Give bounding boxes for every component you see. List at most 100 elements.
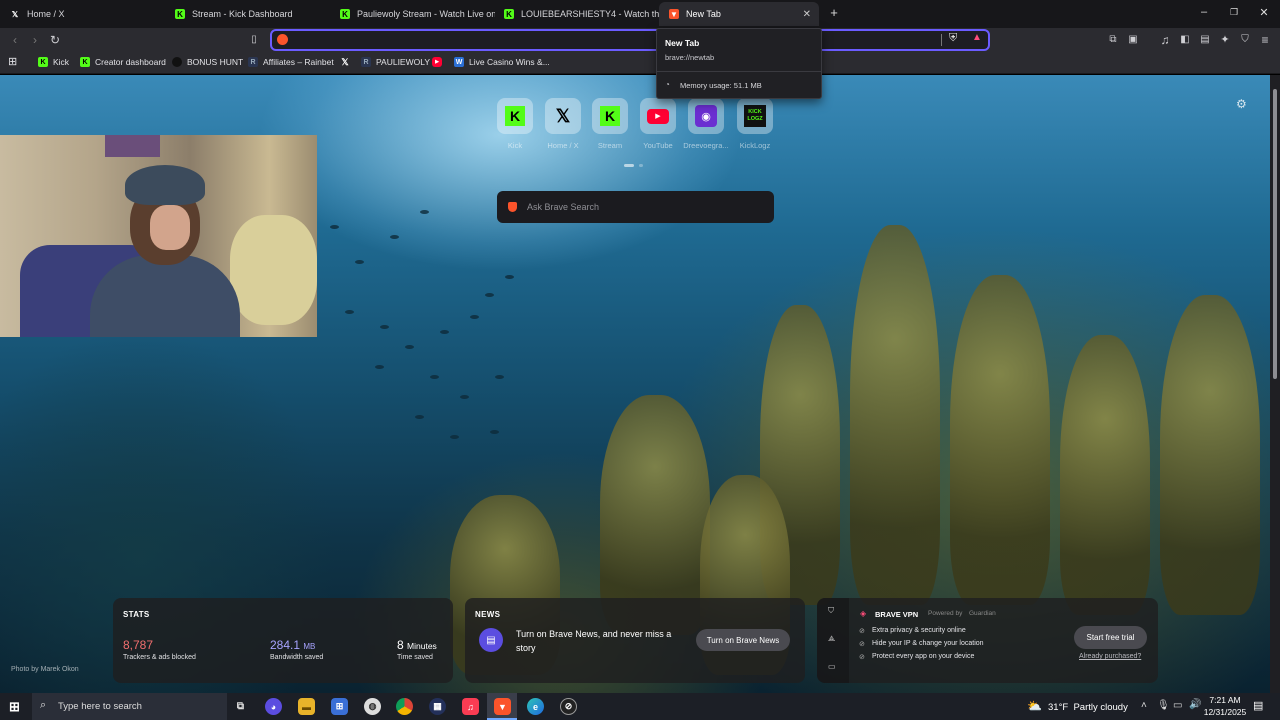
kick-logo-icon: K [80, 57, 90, 67]
background-detail [375, 365, 384, 369]
tab-louiebear[interactable]: K LOUIEBEARSHIESTY4 - Watch the VO [494, 2, 659, 26]
tab-new-tab[interactable]: ▼ New Tab ✕ [659, 2, 819, 26]
bookmark-label: BONUS HUNT [187, 57, 244, 67]
music-icon[interactable]: ♫ [1158, 33, 1172, 47]
brave-icon[interactable]: ▼ [494, 698, 511, 715]
chrome-icon[interactable] [396, 698, 413, 715]
forward-icon[interactable]: › [28, 33, 42, 47]
tab-title: Stream - Kick Dashboard [192, 9, 293, 19]
back-icon[interactable]: ‹ [8, 33, 22, 47]
bookmark-kick[interactable]: K Kick [38, 57, 69, 67]
top-site-home-x[interactable]: 𝕏 Home / X [545, 98, 581, 150]
microphone-icon[interactable]: 🎙 [1157, 700, 1170, 711]
windows-start-icon[interactable]: ⊞ [6, 698, 23, 715]
x-logo-icon: 𝕏 [11, 9, 19, 19]
reload-icon[interactable]: ↻ [48, 33, 62, 47]
background-detail [505, 275, 514, 279]
stats-switch-icon[interactable]: ▭ [828, 662, 836, 671]
background-detail [415, 415, 424, 419]
settings-gear-icon[interactable]: ⚙ [1236, 97, 1247, 111]
wallet-card-icon[interactable]: ▤ [1198, 33, 1212, 47]
bookmark-bonus-hunt[interactable]: BONUS HUNT [172, 57, 243, 67]
restore-button[interactable]: ❐ [1226, 7, 1242, 18]
network-icon[interactable]: ▭ [1173, 700, 1182, 711]
top-site-kick[interactable]: K Kick [497, 98, 533, 150]
extensions-icon[interactable]: ⧉ [1106, 33, 1120, 47]
brave-search-box[interactable]: Ask Brave Search [497, 191, 774, 223]
background-detail [950, 275, 1050, 605]
tab-pauliewoly[interactable]: K Pauliewoly Stream - Watch Live on Ki [330, 2, 495, 26]
background-detail [1160, 295, 1260, 615]
news-switch-icon[interactable]: ⟁ [828, 634, 835, 644]
person-shirt [90, 255, 240, 337]
bookmark-pauliewoly[interactable]: R PAULIEWOLY [361, 57, 430, 67]
brave-shields-icon[interactable]: ⛨ [949, 32, 957, 45]
top-site-stream[interactable]: K Stream [592, 98, 628, 150]
vpn-shield-icon[interactable]: ⛉ [828, 606, 834, 616]
bookmark-x[interactable]: 𝕏 [340, 57, 355, 67]
tab-home-x[interactable]: 𝕏 Home / X [0, 2, 165, 26]
top-site-tile: ▶ [640, 98, 676, 134]
tab-title: New Tab [686, 9, 721, 19]
bookmark-label: Creator dashboard [95, 57, 166, 67]
obs-icon[interactable]: ◍ [364, 698, 381, 715]
app-icon[interactable]: ⊘ [560, 698, 577, 715]
bookmark-creator-dashboard[interactable]: K Creator dashboard [80, 57, 166, 67]
bandwidth-saved-value: 284.1 MB [270, 638, 315, 652]
microsoft-store-icon[interactable]: ⊞ [331, 698, 348, 715]
bookmark-youtube[interactable]: ▶ [432, 57, 447, 67]
bookmark-affiliates-rainbet[interactable]: R Affiliates – Rainbet [248, 57, 334, 67]
scrollbar-thumb[interactable] [1273, 89, 1277, 379]
volume-icon[interactable]: 🔊 [1189, 699, 1201, 710]
tab-kick-dashboard[interactable]: K Stream - Kick Dashboard [165, 2, 330, 26]
edge-icon[interactable]: e [527, 698, 544, 715]
address-bar[interactable]: ⛨ ▲ [270, 29, 990, 51]
apple-music-icon[interactable]: ♫ [462, 698, 479, 715]
top-site-kicklogz[interactable]: KICK LOGZ KickLogz [737, 98, 773, 150]
start-free-trial-button[interactable]: Start free trial [1074, 626, 1147, 649]
page-scrollbar[interactable] [1270, 75, 1280, 693]
stats-widget: STATS 8,787 Trackers & ads blocked 284.1… [113, 598, 453, 683]
chevron-up-icon[interactable]: ˄ [1141, 700, 1147, 711]
vpn-shield-icon[interactable]: ⛉ [1238, 33, 1252, 47]
window-close-button[interactable]: ✕ [1256, 6, 1272, 19]
top-sites-page-dot[interactable] [639, 164, 643, 167]
top-site-dreevoegra[interactable]: ◉ Dreevoegra... [683, 98, 729, 150]
bookmark-label: Affiliates – Rainbet [263, 57, 334, 67]
brave-rewards-icon[interactable]: ▲ [972, 32, 982, 43]
app-icon[interactable]: ▦ [429, 698, 446, 715]
bookmark-label: Live Casino Wins &... [469, 57, 550, 67]
weather-text[interactable]: 31°F Partly cloudy [1048, 702, 1128, 713]
leo-ai-icon[interactable]: ✦ [1218, 33, 1232, 47]
top-sites-page-dot-active[interactable] [624, 164, 634, 167]
vpn-feature: Hide your IP & change your location [872, 640, 984, 647]
file-explorer-icon[interactable]: ▬ [298, 698, 315, 715]
new-tab-button[interactable]: + [826, 5, 842, 20]
task-view-icon[interactable]: ⧉ [232, 698, 249, 715]
sidebar-icon[interactable]: ◧ [1178, 33, 1192, 47]
wallet-icon[interactable]: ▣ [1126, 33, 1140, 47]
already-purchased-link[interactable]: Already purchased? [1079, 653, 1141, 660]
taskbar-search[interactable]: ⌕ Type here to search [32, 693, 227, 720]
top-site-tile: K [592, 98, 628, 134]
divider [657, 71, 821, 72]
discord-icon[interactable]: ◕ [265, 698, 282, 715]
rainbet-icon: R [361, 57, 371, 67]
menu-icon[interactable]: ≡ [1258, 33, 1272, 47]
clock-time[interactable]: 7:21 AM [1204, 695, 1246, 705]
bookmark-live-casino-wins[interactable]: W Live Casino Wins &... [454, 57, 550, 67]
vpn-title: BRAVE VPN [875, 610, 919, 619]
clock-date[interactable]: 12/31/2025 [1202, 707, 1248, 717]
notifications-icon[interactable]: ▤ [1253, 699, 1263, 712]
apps-grid-icon[interactable]: ⊞ [8, 55, 17, 68]
vpn-feature: Extra privacy & security online [872, 627, 966, 634]
turn-on-brave-news-button[interactable]: Turn on Brave News [696, 629, 790, 651]
time-number: 8 [397, 638, 404, 652]
bookmark-icon[interactable]: ▯ [247, 33, 261, 47]
top-site-youtube[interactable]: ▶ YouTube [640, 98, 676, 150]
top-site-tile: ◉ [688, 98, 724, 134]
minimize-button[interactable]: – [1196, 6, 1212, 18]
check-icon: ⊘ [859, 654, 865, 661]
close-icon[interactable]: ✕ [803, 9, 811, 20]
bonus-hunt-icon [172, 57, 182, 67]
